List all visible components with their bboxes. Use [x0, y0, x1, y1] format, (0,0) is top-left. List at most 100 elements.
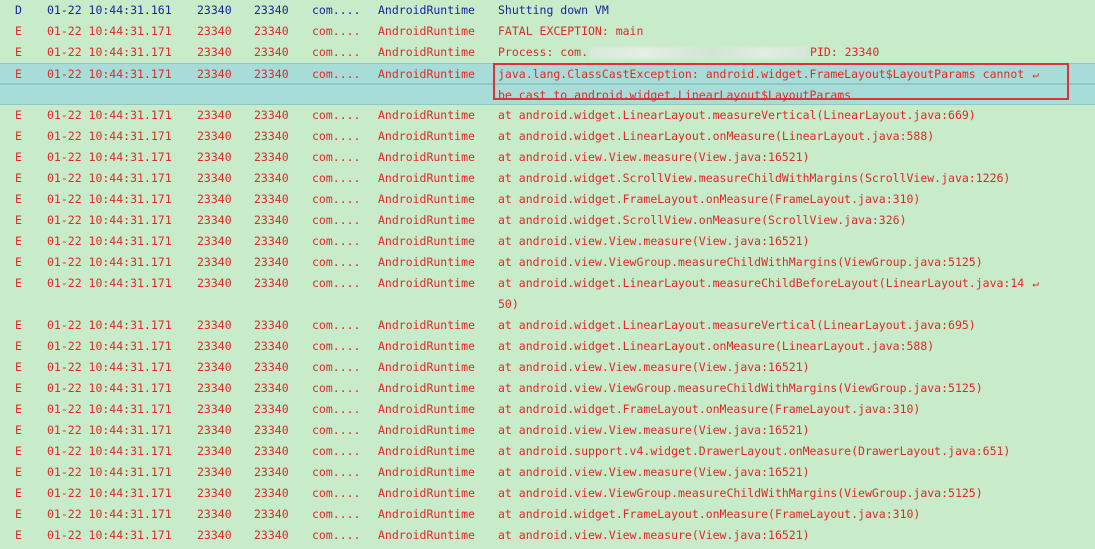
log-row[interactable]: E 01-22 10:44:31.171 23340 23340 com....… — [0, 231, 1095, 252]
log-application: com.... — [312, 67, 361, 81]
log-time: 01-22 10:44:31.171 — [47, 318, 172, 332]
log-level: E — [15, 255, 22, 269]
log-pid: 23340 — [197, 192, 232, 206]
log-time: 01-22 10:44:31.171 — [47, 67, 172, 81]
log-text: at android.view.View.measure(View.java:1… — [498, 528, 810, 542]
log-tid: 23340 — [254, 318, 289, 332]
log-application: com.... — [312, 528, 361, 542]
log-time: 01-22 10:44:31.171 — [47, 444, 172, 458]
log-row[interactable]: E 01-22 10:44:31.171 23340 23340 com....… — [0, 378, 1095, 399]
log-text: at android.view.ViewGroup.measureChildWi… — [498, 381, 983, 395]
log-row-continuation[interactable]: 50) — [0, 294, 1095, 315]
log-tid: 23340 — [254, 67, 289, 81]
log-tid: 23340 — [254, 255, 289, 269]
log-level: E — [15, 465, 22, 479]
log-level: E — [15, 192, 22, 206]
log-row[interactable]: E 01-22 10:44:31.171 23340 23340 com....… — [0, 441, 1095, 462]
log-row[interactable]: E 01-22 10:44:31.171 23340 23340 com....… — [0, 126, 1095, 147]
log-pid: 23340 — [197, 465, 232, 479]
log-tag: AndroidRuntime — [378, 276, 475, 290]
log-tid: 23340 — [254, 3, 289, 17]
log-text: be cast to android.widget.LinearLayout$L… — [498, 88, 852, 102]
log-application: com.... — [312, 108, 361, 122]
log-level: E — [15, 444, 22, 458]
log-row-selected[interactable]: E 01-22 10:44:31.171 23340 23340 com....… — [0, 63, 1095, 84]
log-level: E — [15, 486, 22, 500]
log-time: 01-22 10:44:31.171 — [47, 108, 172, 122]
log-row[interactable]: E 01-22 10:44:31.171 23340 23340 com....… — [0, 42, 1095, 63]
log-tid: 23340 — [254, 339, 289, 353]
log-time: 01-22 10:44:31.171 — [47, 528, 172, 542]
log-application: com.... — [312, 486, 361, 500]
log-pid: 23340 — [197, 45, 232, 59]
log-pid: 23340 — [197, 423, 232, 437]
log-row[interactable]: D 01-22 10:44:31.161 23340 23340 com....… — [0, 0, 1095, 21]
redacted-package-name — [590, 46, 809, 59]
log-level: E — [15, 67, 22, 81]
log-application: com.... — [312, 276, 361, 290]
log-application: com.... — [312, 465, 361, 479]
log-tag: AndroidRuntime — [378, 507, 475, 521]
log-row[interactable]: E 01-22 10:44:31.171 23340 23340 com....… — [0, 399, 1095, 420]
log-tid: 23340 — [254, 360, 289, 374]
exception-text: java.lang.ClassCastException: android.wi… — [498, 67, 1025, 81]
log-pid: 23340 — [197, 360, 232, 374]
log-level: E — [15, 213, 22, 227]
log-level: E — [15, 528, 22, 542]
log-time: 01-22 10:44:31.171 — [47, 192, 172, 206]
log-level: E — [15, 507, 22, 521]
logcat-panel[interactable]: D 01-22 10:44:31.161 23340 23340 com....… — [0, 0, 1095, 549]
log-text: at android.widget.LinearLayout.measureVe… — [498, 108, 976, 122]
log-tid: 23340 — [254, 486, 289, 500]
log-pid: 23340 — [197, 129, 232, 143]
log-row[interactable]: E 01-22 10:44:31.171 23340 23340 com....… — [0, 168, 1095, 189]
log-row[interactable]: E 01-22 10:44:31.171 23340 23340 com....… — [0, 504, 1095, 525]
log-level: E — [15, 339, 22, 353]
log-row[interactable]: E 01-22 10:44:31.171 23340 23340 com....… — [0, 189, 1095, 210]
log-time: 01-22 10:44:31.171 — [47, 45, 172, 59]
process-pid: PID: 23340 — [810, 45, 880, 59]
log-row-selected-continuation[interactable]: be cast to android.widget.LinearLayout$L… — [0, 84, 1095, 105]
log-tid: 23340 — [254, 465, 289, 479]
log-application: com.... — [312, 507, 361, 521]
log-level: D — [15, 3, 22, 17]
log-level: E — [15, 318, 22, 332]
log-application: com.... — [312, 213, 361, 227]
log-tag: AndroidRuntime — [378, 234, 475, 248]
log-time: 01-22 10:44:31.171 — [47, 255, 172, 269]
log-tag: AndroidRuntime — [378, 423, 475, 437]
log-row[interactable]: E 01-22 10:44:31.171 23340 23340 com....… — [0, 147, 1095, 168]
log-tag: AndroidRuntime — [378, 3, 475, 17]
log-level: E — [15, 24, 22, 38]
log-row[interactable]: E 01-22 10:44:31.171 23340 23340 com....… — [0, 315, 1095, 336]
log-row[interactable]: E 01-22 10:44:31.171 23340 23340 com....… — [0, 273, 1095, 294]
log-text: at android.view.View.measure(View.java:1… — [498, 465, 810, 479]
log-text: FATAL EXCEPTION: main — [498, 24, 644, 38]
log-row[interactable]: E 01-22 10:44:31.171 23340 23340 com....… — [0, 210, 1095, 231]
log-tid: 23340 — [254, 192, 289, 206]
log-level: E — [15, 423, 22, 437]
log-row[interactable]: E 01-22 10:44:31.171 23340 23340 com....… — [0, 105, 1095, 126]
log-time: 01-22 10:44:31.171 — [47, 486, 172, 500]
log-time: 01-22 10:44:31.171 — [47, 234, 172, 248]
log-text: at android.view.View.measure(View.java:1… — [498, 150, 810, 164]
log-text: at android.widget.LinearLayout.measureCh… — [498, 273, 1078, 294]
log-tid: 23340 — [254, 129, 289, 143]
log-text: at android.view.ViewGroup.measureChildWi… — [498, 255, 983, 269]
log-row[interactable]: E 01-22 10:44:31.171 23340 23340 com....… — [0, 252, 1095, 273]
log-row[interactable]: E 01-22 10:44:31.171 23340 23340 com....… — [0, 483, 1095, 504]
log-row[interactable]: E 01-22 10:44:31.171 23340 23340 com....… — [0, 357, 1095, 378]
log-tag: AndroidRuntime — [378, 339, 475, 353]
wrap-arrow-icon: ↵ — [1032, 277, 1039, 290]
log-time: 01-22 10:44:31.171 — [47, 381, 172, 395]
log-pid: 23340 — [197, 150, 232, 164]
log-row[interactable]: E 01-22 10:44:31.171 23340 23340 com....… — [0, 525, 1095, 546]
log-row[interactable]: E 01-22 10:44:31.171 23340 23340 com....… — [0, 420, 1095, 441]
log-row[interactable]: E 01-22 10:44:31.171 23340 23340 com....… — [0, 462, 1095, 483]
log-text: at android.view.View.measure(View.java:1… — [498, 360, 810, 374]
log-row[interactable]: E 01-22 10:44:31.171 23340 23340 com....… — [0, 336, 1095, 357]
log-application: com.... — [312, 423, 361, 437]
log-application: com.... — [312, 3, 361, 17]
log-level: E — [15, 234, 22, 248]
log-row[interactable]: E 01-22 10:44:31.171 23340 23340 com....… — [0, 21, 1095, 42]
